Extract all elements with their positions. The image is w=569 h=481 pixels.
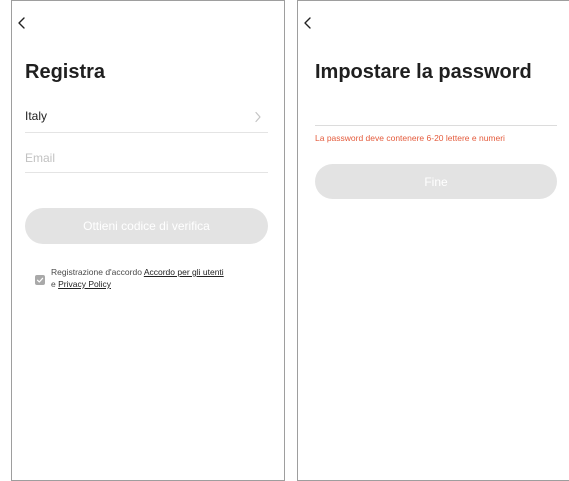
register-screen: Registra Italy Ottieni codice di verific…	[11, 0, 285, 481]
agreement-checkbox[interactable]	[35, 275, 45, 285]
chevron-left-icon	[304, 17, 311, 29]
password-field-container	[315, 101, 557, 126]
set-password-screen: Impostare la password La password deve c…	[297, 0, 569, 481]
password-field[interactable]	[315, 101, 557, 125]
checkmark-icon	[36, 277, 44, 283]
back-button[interactable]	[16, 16, 36, 36]
agreement-prefix: Registrazione d'accordo	[51, 267, 144, 277]
chevron-right-icon	[254, 110, 262, 128]
country-value: Italy	[25, 109, 48, 123]
email-field-container	[25, 142, 268, 173]
user-agreement-link[interactable]: Accordo per gli utenti	[144, 267, 224, 277]
privacy-policy-link[interactable]: Privacy Policy	[58, 279, 111, 289]
chevron-left-icon	[18, 17, 25, 29]
page-title: Registra	[25, 61, 106, 83]
email-field[interactable]	[25, 151, 268, 165]
agreement-text: Registrazione d'accordo Accordo per gli …	[51, 266, 224, 290]
password-error-message: La password deve contenere 6-20 lettere …	[315, 133, 505, 143]
page-title: Impostare la password	[315, 61, 532, 83]
country-selector[interactable]: Italy	[25, 101, 268, 133]
done-button[interactable]: Fine	[315, 164, 557, 199]
get-verification-code-button[interactable]: Ottieni codice di verifica	[25, 208, 268, 244]
back-button[interactable]	[302, 16, 322, 36]
